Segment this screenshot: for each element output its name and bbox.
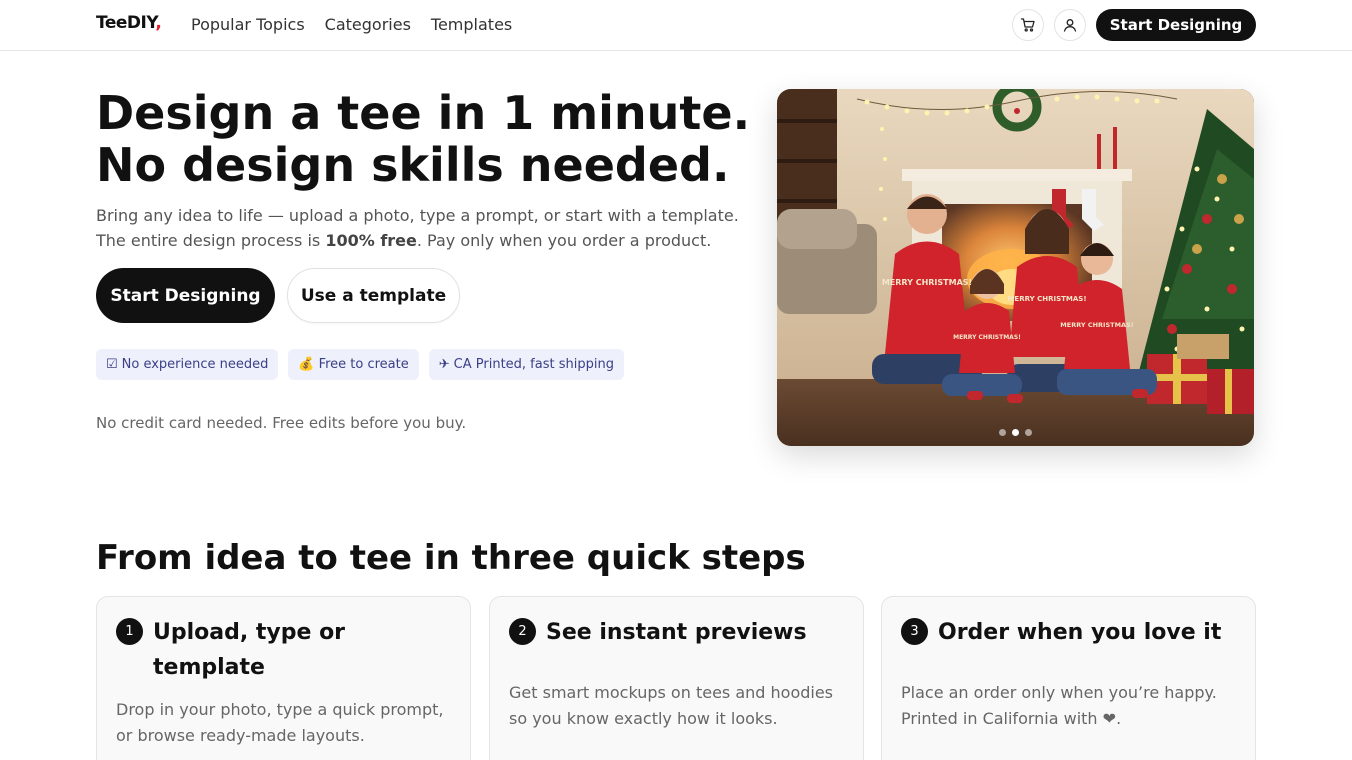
feature-chips: ☑ No experience needed 💰 Free to create ✈ C…: [96, 349, 624, 380]
step-number: 3: [901, 618, 928, 645]
carousel-dots: [777, 429, 1254, 436]
hero-subtitle-line-1: Bring any idea to life — upload a photo,…: [96, 206, 739, 225]
sweater-text-girl: MERRY CHRISTMAS!: [953, 334, 1021, 341]
steps-heading: From idea to tee in three quick steps: [96, 538, 806, 578]
step-description: Drop in your photo, type a quick prompt,…: [116, 700, 444, 745]
main-nav: Popular Topics Categories Templates: [191, 15, 512, 34]
carousel-dot-1[interactable]: [999, 429, 1006, 436]
money-bag-icon: 💰: [298, 357, 315, 372]
hero-carousel[interactable]: MERRY CHRISTMAS! MERRY CHRISTMAS! MERRY …: [777, 89, 1254, 446]
no-credit-card-note: No credit card needed. Free edits before…: [96, 414, 467, 432]
chip-no-experience: ☑ No experience needed: [96, 349, 279, 380]
site-header: TeeDIY, Popular Topics Categories Templa…: [0, 0, 1352, 51]
carousel-dot-2[interactable]: [1012, 429, 1019, 436]
step-card-2: 2 See instant previews Get smart mockups…: [489, 596, 864, 760]
account-button[interactable]: [1054, 9, 1086, 41]
step-description: Get smart mockups on tees and hoodies so…: [509, 683, 834, 728]
header-start-designing-button[interactable]: Start Designing: [1096, 9, 1256, 41]
cart-button[interactable]: [1012, 9, 1044, 41]
step-number: 1: [116, 618, 143, 645]
sweater-text-boy: MERRY CHRISTMAS!: [1060, 321, 1133, 329]
nav-popular-topics[interactable]: Popular Topics: [191, 15, 305, 34]
use-template-button[interactable]: Use a template: [287, 268, 460, 323]
chip-free-to-create: 💰 Free to create: [288, 349, 419, 380]
sweater-text-dad: MERRY CHRISTMAS!: [882, 278, 972, 287]
hero-subtitle-line-2: The entire design process is 100% free. …: [96, 231, 712, 250]
logo[interactable]: TeeDIY,: [96, 13, 162, 33]
family-christmas-photo: MERRY CHRISTMAS! MERRY CHRISTMAS! MERRY …: [777, 89, 1254, 446]
start-designing-button[interactable]: Start Designing: [96, 268, 275, 323]
step-title: Order when you love it: [938, 620, 1222, 645]
checkbox-icon: ☑: [106, 357, 118, 372]
cart-icon: [1020, 18, 1035, 32]
hero-title: Design a tee in 1 minute. No design skil…: [96, 87, 766, 191]
step-card-1: 1 Upload, type or template Drop in your …: [96, 596, 471, 760]
sweater-text-mom: MERRY CHRISTMAS!: [1007, 295, 1086, 303]
step-description: Place an order only when you’re happy. P…: [901, 683, 1217, 728]
step-title: See instant previews: [546, 620, 807, 645]
free-emphasis: 100% free: [325, 231, 417, 250]
step-title: Upload, type or template: [153, 620, 346, 680]
step-card-3: 3 Order when you love it Place an order …: [881, 596, 1256, 760]
hero-title-line-2: No design skills needed.: [96, 138, 730, 192]
nav-categories[interactable]: Categories: [325, 15, 411, 34]
carousel-dot-3[interactable]: [1025, 429, 1032, 436]
airplane-icon: ✈: [438, 357, 450, 372]
logo-mark: ,: [155, 13, 162, 33]
step-number: 2: [509, 618, 536, 645]
user-icon: [1063, 19, 1077, 32]
chip-ca-printed: ✈ CA Printed, fast shipping: [428, 349, 624, 380]
hero-title-line-1: Design a tee in 1 minute.: [96, 86, 751, 140]
nav-templates[interactable]: Templates: [431, 15, 512, 34]
hero-subtitle: Bring any idea to life — upload a photo,…: [96, 203, 766, 253]
